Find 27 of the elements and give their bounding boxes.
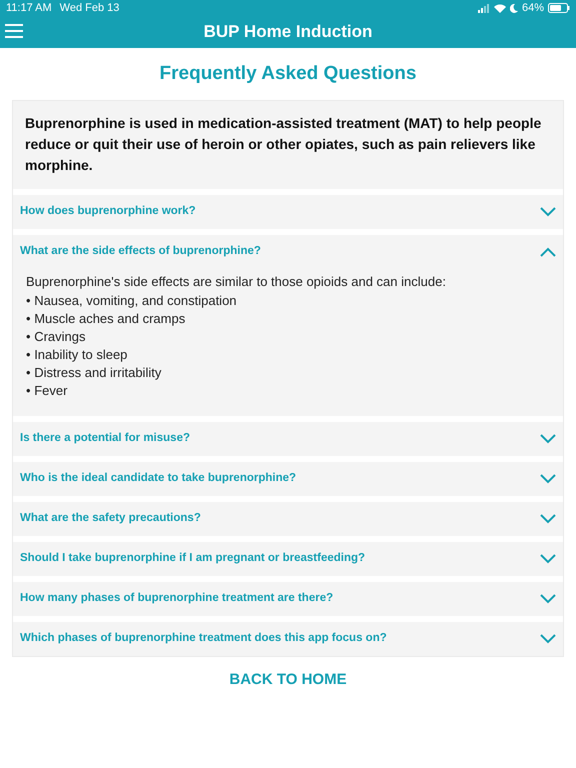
status-time: 11:17 AM	[6, 0, 52, 16]
answer-bullet-item: • Muscle aches and cramps	[26, 310, 186, 328]
menu-icon[interactable]	[5, 24, 23, 38]
moon-icon	[510, 4, 518, 12]
answer-bullet-item: • Inability to sleep	[26, 346, 128, 364]
answer-text: Buprenorphine's side effects are similar to those opioids and can include:	[26, 272, 447, 290]
faq-question[interactable]: What are the safety precautions?	[13, 502, 563, 536]
page-title: Frequently Asked Questions	[160, 62, 416, 86]
wifi-icon	[494, 4, 506, 12]
faq-question[interactable]: Is there a potential for misuse?	[13, 422, 563, 456]
faq-question[interactable]: How does buprenorphine work?	[13, 194, 563, 228]
faq-question[interactable]: Which phases of buprenorphine treatment does this app focus on?	[13, 622, 563, 656]
battery-percent: 64%	[522, 0, 544, 16]
answer-bullet-item: • Distress and irritability	[26, 364, 162, 382]
intro-text: Buprenorphine is used in medication-assisted treatment (MAT) to help people reduce or quit their use of heroin or other opiates, such as pain relievers like morphine.	[25, 114, 542, 175]
faq-question[interactable]: Who is the ideal candidate to take buprenorphine?	[13, 462, 563, 496]
battery-icon	[548, 3, 570, 13]
faq-question[interactable]: Should I take buprenorphine if I am pregnant or breastfeeding?	[13, 542, 563, 576]
faq-question[interactable]: How many phases of buprenorphine treatment are there?	[13, 582, 563, 616]
answer-bullet-item: • Fever	[26, 382, 68, 400]
answer-bullet-item: • Cravings	[26, 328, 86, 346]
answer-bullet-item: • Nausea, vomiting, and constipation	[26, 292, 238, 310]
signal-icon	[478, 4, 490, 12]
header-title: BUP Home Induction	[204, 21, 372, 44]
status-date: Wed Feb 13	[60, 0, 120, 16]
back-to-home-link[interactable]: BACK TO HOME	[229, 668, 347, 691]
faq-question[interactable]: What are the side effects of buprenorphine?	[13, 234, 563, 268]
